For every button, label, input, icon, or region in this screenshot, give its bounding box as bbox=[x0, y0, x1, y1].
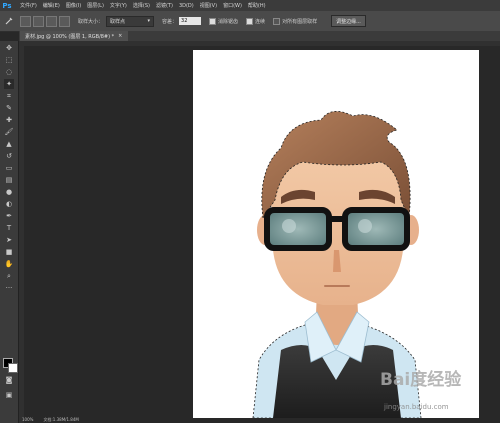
more-tools-icon[interactable]: ··· bbox=[4, 283, 14, 293]
path-selection-icon[interactable]: ➤ bbox=[4, 235, 14, 245]
status-bar: 100% 文档:1.38M/1.84M bbox=[19, 416, 212, 423]
tolerance-input[interactable]: 32 bbox=[179, 17, 202, 25]
watermark-url: jingyan.baidu.com bbox=[384, 403, 449, 411]
checkbox-checked-icon bbox=[209, 17, 217, 25]
history-brush-icon[interactable]: ↺ bbox=[4, 151, 14, 161]
baidu-jingyan-watermark: Bai度经验 jingyan.baidu.com bbox=[380, 365, 490, 423]
brush-tool-icon[interactable]: 🖌 bbox=[4, 127, 14, 137]
pen-tool-icon[interactable]: ✒ bbox=[4, 211, 14, 221]
gradient-tool-icon[interactable]: ▤ bbox=[4, 175, 14, 185]
current-tool-icon[interactable] bbox=[4, 16, 14, 26]
document-tab[interactable]: 素材.jpg @ 100% (图层 1, RGB/8#) * × bbox=[20, 31, 129, 41]
type-tool-icon[interactable]: T bbox=[4, 223, 14, 233]
zoom-tool-icon[interactable]: ⌕ bbox=[4, 271, 14, 281]
hand-tool-icon[interactable]: ✋ bbox=[4, 259, 14, 269]
anti-alias-checkbox[interactable]: 消除锯齿 bbox=[209, 17, 238, 25]
menu-window[interactable]: 窗口(W) bbox=[223, 2, 242, 9]
crop-tool-icon[interactable]: ⌗ bbox=[4, 91, 14, 101]
chevron-down-icon: ▾ bbox=[147, 18, 151, 24]
close-icon[interactable]: × bbox=[118, 33, 122, 39]
photoshop-logo: Ps bbox=[2, 1, 12, 10]
menu-bar: Ps 文件(F) 编辑(E) 图像(I) 图层(L) 文字(Y) 选择(S) 滤… bbox=[0, 0, 500, 11]
blur-tool-icon[interactable]: ● bbox=[4, 187, 14, 197]
magic-wand-tool-icon[interactable]: ✦ bbox=[4, 79, 14, 89]
contiguous-checkbox[interactable]: 连续 bbox=[246, 17, 265, 25]
watermark-logo: Bai度经验 bbox=[380, 370, 462, 390]
document-tab-bar: 素材.jpg @ 100% (图层 1, RGB/8#) * × bbox=[19, 31, 500, 41]
sample-size-label: 取样大小： bbox=[78, 18, 104, 25]
menu-image[interactable]: 图像(I) bbox=[66, 2, 81, 9]
quick-mask-icon[interactable]: ◙ bbox=[4, 375, 14, 385]
menu-file[interactable]: 文件(F) bbox=[20, 2, 37, 9]
checkbox-unchecked-icon bbox=[273, 17, 281, 25]
document-info[interactable]: 文档:1.38M/1.84M bbox=[43, 417, 78, 423]
tolerance-label: 容差： bbox=[162, 18, 178, 25]
tool-options-bar: 取样大小： 取样点 ▾ 容差： 32 消除锯齿 连续 对所有图层取样 调整边缘.… bbox=[0, 11, 500, 32]
zoom-level[interactable]: 100% bbox=[22, 417, 33, 422]
healing-brush-icon[interactable]: ✚ bbox=[4, 115, 14, 125]
shape-tool-icon[interactable]: ■ bbox=[4, 247, 14, 257]
menu-layer[interactable]: 图层(L) bbox=[87, 2, 104, 9]
menu-view[interactable]: 视图(V) bbox=[200, 2, 217, 9]
lasso-tool-icon[interactable]: ◌ bbox=[4, 67, 14, 77]
document-canvas[interactable] bbox=[193, 50, 479, 418]
dodge-tool-icon[interactable]: ◐ bbox=[4, 199, 14, 209]
sample-size-select[interactable]: 取样点 ▾ bbox=[106, 15, 155, 27]
menu-help[interactable]: 帮助(H) bbox=[248, 2, 266, 9]
menu-edit[interactable]: 编辑(E) bbox=[43, 2, 60, 9]
menu-type[interactable]: 文字(Y) bbox=[110, 2, 127, 9]
move-tool-icon[interactable]: ✥ bbox=[4, 43, 14, 53]
marquee-tool-icon[interactable]: ⬚ bbox=[4, 55, 14, 65]
menu-filter[interactable]: 滤镜(T) bbox=[156, 2, 173, 9]
checkbox-checked-icon bbox=[246, 17, 254, 25]
intersect-selection-icon[interactable] bbox=[59, 15, 70, 27]
add-selection-icon[interactable] bbox=[33, 15, 44, 27]
eyedropper-tool-icon[interactable]: ✎ bbox=[4, 103, 14, 113]
new-selection-icon[interactable] bbox=[20, 15, 31, 27]
menu-3d[interactable]: 3D(D) bbox=[179, 3, 194, 9]
clone-stamp-icon[interactable]: ▲ bbox=[4, 139, 14, 149]
background-color-swatch[interactable] bbox=[8, 363, 18, 373]
menu-select[interactable]: 选择(S) bbox=[133, 2, 150, 9]
cartoon-man-illustration bbox=[252, 111, 422, 418]
screen-mode-icon[interactable]: ▣ bbox=[4, 390, 14, 400]
eraser-tool-icon[interactable]: ▭ bbox=[4, 163, 14, 173]
sample-all-layers-checkbox[interactable]: 对所有图层取样 bbox=[273, 17, 317, 25]
tools-panel: ✥ ⬚ ◌ ✦ ⌗ ✎ ✚ 🖌 ▲ ↺ ▭ ▤ ● ◐ ✒ T ➤ ■ ✋ ⌕ … bbox=[0, 41, 19, 423]
subtract-selection-icon[interactable] bbox=[46, 15, 57, 27]
refine-edge-button[interactable]: 调整边缘... bbox=[331, 15, 366, 27]
